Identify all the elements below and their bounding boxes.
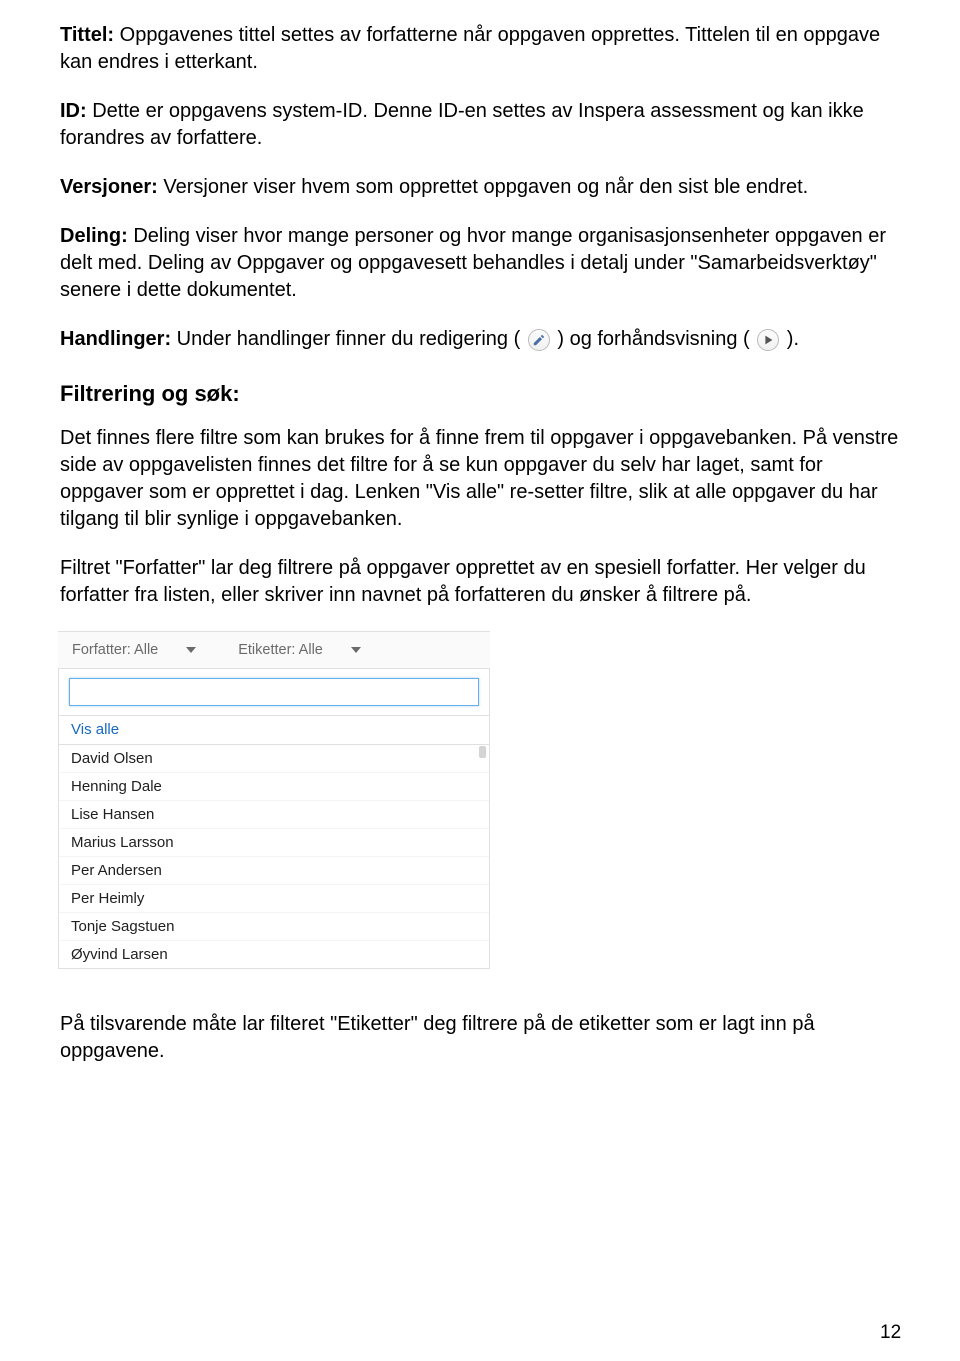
author-dropdown-panel: Vis alle David Olsen Henning Dale Lise H… xyxy=(58,669,490,969)
paragraph-deling: Deling: Deling viser hvor mange personer… xyxy=(60,223,900,304)
document-page: Tittel: Oppgavenes tittel settes av forf… xyxy=(0,0,960,1117)
author-list-item[interactable]: Per Heimly xyxy=(59,885,489,913)
page-number: 12 xyxy=(880,1322,901,1344)
author-name: Tonje Sagstuen xyxy=(71,918,174,935)
author-name: Per Heimly xyxy=(71,890,144,907)
caret-down-icon xyxy=(351,647,361,653)
author-search-wrap xyxy=(59,669,489,716)
author-list-item[interactable]: Per Andersen xyxy=(59,857,489,885)
author-name: Marius Larsson xyxy=(71,834,174,851)
etiketter-dropdown-label: Etiketter: Alle xyxy=(238,642,323,658)
author-name: Henning Dale xyxy=(71,778,162,795)
label-versjoner: Versjoner: xyxy=(60,176,158,198)
author-list: Vis alle David Olsen Henning Dale Lise H… xyxy=(59,716,489,968)
text-id: Dette er oppgavens system-ID. Denne ID-e… xyxy=(60,100,864,149)
author-list-item[interactable]: David Olsen xyxy=(59,745,489,773)
scrollbar-thumb[interactable] xyxy=(479,746,486,758)
paragraph-handlinger: Handlinger: Under handlinger finner du r… xyxy=(60,326,900,353)
paragraph-filtrering-2: Filtret "Forfatter" lar deg filtrere på … xyxy=(60,555,900,609)
label-id: ID: xyxy=(60,100,87,122)
vis-alle-link[interactable]: Vis alle xyxy=(59,716,489,745)
paragraph-filtrering-3: På tilsvarende måte lar filteret "Etiket… xyxy=(60,1011,900,1065)
label-tittel: Tittel: xyxy=(60,24,114,46)
author-name: Lise Hansen xyxy=(71,806,154,823)
author-filter-widget: Forfatter: Alle Etiketter: Alle Vis alle… xyxy=(58,631,490,969)
paragraph-filtrering-1: Det finnes flere filtre som kan brukes f… xyxy=(60,425,900,533)
author-list-item[interactable]: Lise Hansen xyxy=(59,801,489,829)
label-deling: Deling: xyxy=(60,225,128,247)
author-name: Øyvind Larsen xyxy=(71,946,168,963)
author-list-item[interactable]: Tonje Sagstuen xyxy=(59,913,489,941)
play-icon xyxy=(757,329,779,351)
text-tittel: Oppgavenes tittel settes av forfatterne … xyxy=(60,24,880,73)
forfatter-dropdown-label: Forfatter: Alle xyxy=(72,642,158,658)
etiketter-dropdown[interactable]: Etiketter: Alle xyxy=(224,632,375,668)
paragraph-tittel: Tittel: Oppgavenes tittel settes av forf… xyxy=(60,22,900,76)
pencil-icon xyxy=(528,329,550,351)
paragraph-id: ID: Dette er oppgavens system-ID. Denne … xyxy=(60,98,900,152)
caret-down-icon xyxy=(186,647,196,653)
text-deling: Deling viser hvor mange personer og hvor… xyxy=(60,225,886,301)
filter-bar: Forfatter: Alle Etiketter: Alle xyxy=(58,631,490,669)
text-handlinger-before: Under handlinger finner du redigering ( xyxy=(171,328,526,350)
author-list-item[interactable]: Øyvind Larsen xyxy=(59,941,489,968)
text-handlinger-mid: ) og forhåndsvisning ( xyxy=(552,328,755,350)
paragraph-versjoner: Versjoner: Versjoner viser hvem som oppr… xyxy=(60,174,900,201)
heading-filtrering: Filtrering og søk: xyxy=(60,381,900,407)
text-versjoner: Versjoner viser hvem som opprettet oppga… xyxy=(158,176,808,198)
author-name: David Olsen xyxy=(71,750,153,767)
author-list-item[interactable]: Marius Larsson xyxy=(59,829,489,857)
text-handlinger-after: ). xyxy=(781,328,799,350)
author-list-item[interactable]: Henning Dale xyxy=(59,773,489,801)
label-handlinger: Handlinger: xyxy=(60,328,171,350)
author-name: Per Andersen xyxy=(71,862,162,879)
vis-alle-label: Vis alle xyxy=(71,721,119,738)
author-search-input[interactable] xyxy=(69,678,479,706)
forfatter-dropdown[interactable]: Forfatter: Alle xyxy=(58,632,210,668)
